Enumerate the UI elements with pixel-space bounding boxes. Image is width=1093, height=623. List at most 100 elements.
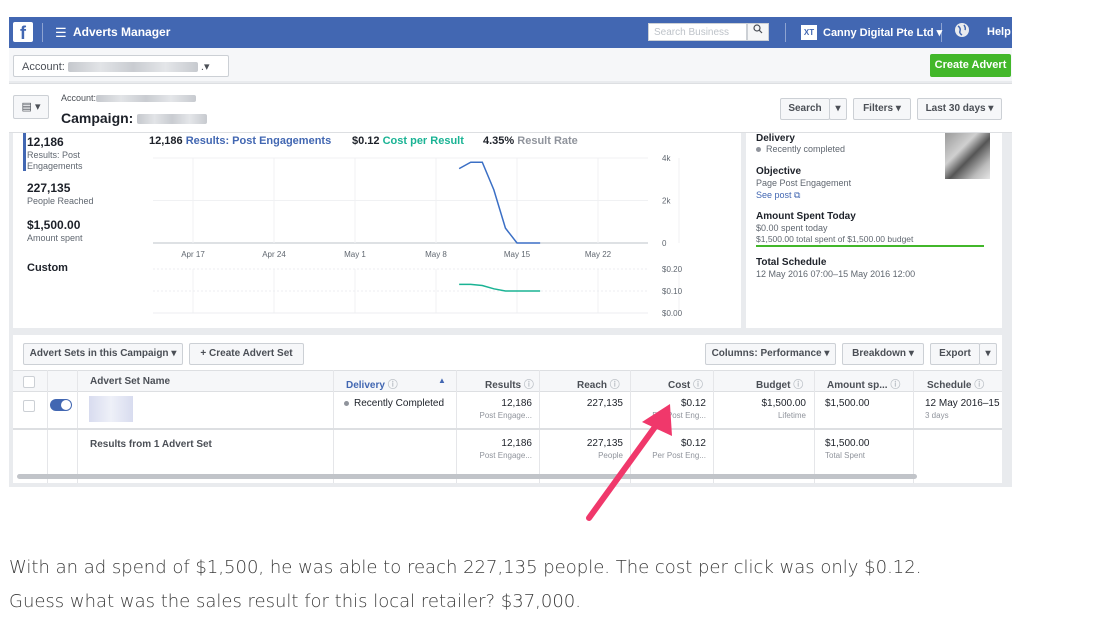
objective-title: Objective xyxy=(756,166,802,177)
schedule-title: Total Schedule xyxy=(756,257,827,268)
x-tick-label: May 22 xyxy=(585,250,612,259)
campaign-stats-panel: 12,186 Results: Post Engagements 227,135… xyxy=(13,133,741,328)
column-header-delivery[interactable]: Delivery ⓘ ▲ xyxy=(346,376,446,391)
divider xyxy=(785,23,786,42)
schedule-cell: 12 May 2016–15 I xyxy=(925,398,1002,409)
results-label: Engagements xyxy=(27,161,83,171)
search-button[interactable]: Search xyxy=(780,98,830,120)
campaign-account-label: Account: xyxy=(61,93,197,103)
total-results: 12,186 xyxy=(501,438,532,449)
total-amount-sub: Total Spent xyxy=(825,451,866,460)
search-dropdown-chevron-icon[interactable]: ▾ xyxy=(829,98,847,120)
results-sub: Post Engage... xyxy=(479,411,532,420)
redacted-adset-name[interactable] xyxy=(89,396,133,422)
select-all-checkbox[interactable] xyxy=(23,376,35,388)
export-button[interactable]: Export xyxy=(930,343,980,365)
horizontal-scrollbar[interactable] xyxy=(17,474,917,479)
column-header[interactable]: Schedule ⓘ xyxy=(927,376,984,391)
budget-progress-bar xyxy=(756,245,984,247)
divider xyxy=(941,23,942,42)
adsets-dropdown[interactable]: Advert Sets in this Campaign ▾ xyxy=(23,343,183,365)
column-header[interactable]: Advert Set Name xyxy=(90,376,170,387)
spent-today-value: $0.00 spent today xyxy=(756,223,828,233)
app-title[interactable]: Adverts Manager xyxy=(73,25,170,39)
x-tick-label: May 1 xyxy=(344,250,366,259)
breakdown-dropdown[interactable]: Breakdown ▾ xyxy=(842,343,924,365)
divider xyxy=(42,23,43,42)
delivery-cell: Recently Completed xyxy=(344,398,444,409)
sort-ascending-icon: ▲ xyxy=(438,376,446,385)
campaign-menu-button[interactable]: ▤ ▾ xyxy=(13,95,49,119)
caption-line-2: Guess what was the sales result for this… xyxy=(9,591,581,612)
account-label: Account: xyxy=(22,61,65,73)
column-header[interactable]: Amount sp... ⓘ xyxy=(827,376,900,391)
column-header[interactable]: Cost ⓘ xyxy=(668,376,703,391)
schedule-sub: 3 days xyxy=(925,411,949,420)
globe-icon[interactable] xyxy=(954,22,970,43)
custom-metric[interactable]: Custom xyxy=(27,262,68,274)
column-header[interactable]: Budget ⓘ xyxy=(756,376,803,391)
campaign-info-panel: Delivery Recently completed Objective Pa… xyxy=(746,133,1002,328)
info-icon: ⓘ xyxy=(523,380,534,391)
cost-series-line xyxy=(459,283,541,292)
create-advert-button[interactable]: Create Advert xyxy=(930,54,1011,77)
amount-spent-value[interactable]: $1,500.00 xyxy=(27,218,80,232)
budget-sub: Lifetime xyxy=(777,411,806,420)
menu-icon[interactable]: ☰ xyxy=(55,25,67,41)
caption-line-1: With an ad spend of $1,500, he was able … xyxy=(9,557,922,578)
search-business-input[interactable]: Search Business xyxy=(648,23,747,41)
results-series-line xyxy=(458,161,541,244)
ads-manager-window: f ☰ Adverts Manager Search Business XT C… xyxy=(9,17,1012,487)
annotation-arrow-icon xyxy=(586,404,672,521)
advert-sets-table: Advert Sets in this Campaign ▾ + Create … xyxy=(13,335,1002,483)
help-link[interactable]: Help xyxy=(987,26,1011,38)
facebook-logo-icon[interactable]: f xyxy=(13,22,33,43)
business-avatar[interactable]: XT xyxy=(801,25,817,40)
see-post-link[interactable]: See post ⧉ xyxy=(756,190,800,201)
table-row[interactable]: Recently Completed 12,186 Post Engage...… xyxy=(13,392,1002,430)
account-row: Account: .▾ Create Advert xyxy=(9,48,1012,81)
campaign-title: Campaign: xyxy=(61,110,208,126)
info-icon: ⓘ xyxy=(693,380,704,391)
total-results-sub: Post Engage... xyxy=(479,451,532,460)
row-checkbox[interactable] xyxy=(23,400,35,412)
columns-dropdown[interactable]: Columns: Performance ▾ xyxy=(705,343,836,365)
spent-today-title: Amount Spent Today xyxy=(756,211,856,222)
info-icon: ⓘ xyxy=(890,380,901,391)
create-adset-button[interactable]: + Create Advert Set xyxy=(189,343,304,365)
total-amount: $1,500.00 xyxy=(825,438,870,449)
column-header[interactable]: Results ⓘ xyxy=(485,376,534,391)
y-tick-label: $0.20 xyxy=(662,265,683,274)
results-cell: 12,186 xyxy=(501,398,532,409)
filters-button[interactable]: Filters ▾ xyxy=(853,98,911,120)
adset-on-off-toggle[interactable] xyxy=(50,399,72,411)
delivery-status: Recently completed xyxy=(756,144,845,154)
post-thumbnail[interactable] xyxy=(945,133,990,179)
chart-rate-header: 4.35% Result Rate xyxy=(483,135,578,147)
amount-spent-label: Amount spent xyxy=(27,233,83,243)
info-icon: ⓘ xyxy=(609,380,620,391)
results-value[interactable]: 12,186 xyxy=(27,135,64,149)
export-chevron-icon[interactable]: ▾ xyxy=(979,343,997,365)
y-tick-label: $0.10 xyxy=(662,287,683,296)
reach-label: People Reached xyxy=(27,196,94,206)
column-header[interactable]: Reach ⓘ xyxy=(577,376,620,391)
y-tick-label: 2k xyxy=(662,197,671,206)
business-account-name[interactable]: Canny Digital Pte Ltd ▾ xyxy=(823,26,942,39)
budget-text: $1,500.00 total spent of $1,500.00 budge… xyxy=(756,234,914,244)
totals-row: Results from 1 Advert Set 12,186 Post En… xyxy=(13,430,1002,468)
search-icon[interactable] xyxy=(747,23,769,41)
y-tick-label: 0 xyxy=(662,239,667,248)
totals-label: Results from 1 Advert Set xyxy=(90,439,212,450)
account-selector[interactable]: Account: .▾ xyxy=(13,55,229,77)
table-header-row: Advert Set Name Delivery ⓘ ▲ Results ⓘ Re… xyxy=(13,370,1002,392)
y-tick-label: $0.00 xyxy=(662,309,683,318)
reach-value[interactable]: 227,135 xyxy=(27,181,70,195)
performance-chart: 4k 2k 0 Apr 17 Apr 24 May 1 May 8 May 15 May 22 $… xyxy=(153,154,683,318)
date-range-button[interactable]: Last 30 days ▾ xyxy=(917,98,1002,120)
amount-spent-cell: $1,500.00 xyxy=(825,398,870,409)
budget-cell: $1,500.00 xyxy=(761,398,807,409)
info-icon: ⓘ xyxy=(974,380,985,391)
x-tick-label: Apr 17 xyxy=(181,250,205,259)
external-link-icon: ⧉ xyxy=(794,190,801,200)
